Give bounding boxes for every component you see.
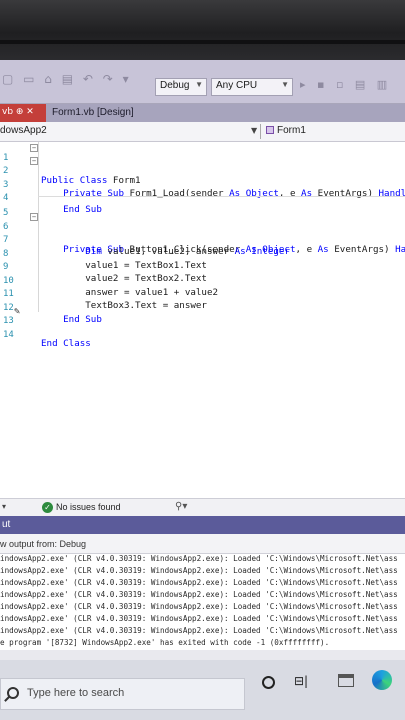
toolbar-right-icons[interactable]: ▸ ▪ ▫ ▤ ▥ — [300, 78, 391, 91]
navigation-bar: dowsApp2 ▼ Form1 — [0, 122, 405, 142]
output-line: e program '[8732] WindowsApp2.exe' has e… — [0, 638, 330, 647]
check-icon: ✓ — [42, 502, 53, 513]
main-toolbar: ▢ ▭ ⌂ ▤ ↶ ↷ ▾ Debug ▼ Any CPU ▼ ▸ ▪ ▫ ▤ ▥ — [0, 60, 405, 104]
chevron-down-icon: ▼ — [281, 80, 289, 89]
cleanup-brush-icon[interactable]: ⚲▾ — [175, 501, 187, 512]
collapse-icon[interactable]: − — [30, 144, 38, 152]
solution-config-combo[interactable]: Debug ▼ — [155, 78, 207, 96]
document-tabs: vb ⊕ ✕ Form1.vb [Design] — [0, 104, 405, 122]
output-panel-title: ut — [0, 516, 405, 534]
code-line[interactable]: 6 − Private Sub Button1_Click(sender As … — [0, 211, 405, 255]
collapse-icon[interactable]: − — [30, 157, 38, 165]
zoom-dropdown[interactable]: ▾ — [2, 502, 6, 511]
code-line[interactable]: 3 — [0, 169, 405, 190]
code-line[interactable]: 9 value2 = TextBox2.Text — [0, 251, 405, 284]
screen-edge — [0, 40, 405, 44]
divider — [260, 124, 261, 139]
tab-form1-design[interactable]: Form1.vb [Design] — [48, 104, 158, 122]
issues-indicator[interactable]: No issues found — [56, 502, 121, 512]
output-line: indowsApp2.exe' (CLR v4.0.30319: Windows… — [0, 566, 398, 575]
output-source-select[interactable]: w output from: Debug — [0, 539, 86, 549]
output-line: indowsApp2.exe' (CLR v4.0.30319: Windows… — [0, 626, 398, 635]
pencil-icon: ✎ — [14, 306, 21, 317]
project-dropdown[interactable]: dowsApp2 — [0, 125, 47, 136]
class-icon — [266, 126, 274, 134]
taskbar-search[interactable]: Type here to search — [0, 678, 245, 710]
output-toolbar: w output from: Debug — [0, 534, 405, 554]
code-line[interactable]: 8 value1 = TextBox1.Text — [0, 238, 405, 271]
code-line[interactable]: 13 ✎ End Class — [0, 305, 405, 349]
edge-browser-icon[interactable] — [372, 670, 392, 690]
toolbar-icons[interactable]: ▢ ▭ ⌂ ▤ ↶ ↷ ▾ — [2, 72, 132, 86]
output-line: indowsApp2.exe' (CLR v4.0.30319: Windows… — [0, 554, 398, 563]
chevron-down-icon[interactable]: ▼ — [251, 126, 257, 135]
editor-status-bar: ▾ ✓ No issues found ⚲▾ — [0, 498, 405, 516]
output-text[interactable]: indowsApp2.exe' (CLR v4.0.30319: Windows… — [0, 554, 405, 650]
cortana-icon[interactable] — [262, 676, 275, 689]
file-explorer-icon[interactable] — [338, 674, 354, 687]
output-line: indowsApp2.exe' (CLR v4.0.30319: Windows… — [0, 590, 398, 599]
output-line: indowsApp2.exe' (CLR v4.0.30319: Windows… — [0, 578, 398, 587]
code-line[interactable]: 7 Dim value1, value2, answer As Integer — [0, 224, 405, 257]
tab-form1-vb[interactable]: vb ⊕ ✕ — [0, 104, 46, 122]
windows-taskbar: Type here to search ⊟| — [0, 660, 405, 720]
code-line[interactable]: 4 End Sub — [0, 182, 405, 215]
code-line[interactable]: 5 — [0, 197, 405, 218]
code-line[interactable]: 14 — [0, 319, 405, 340]
code-line[interactable]: 11 TextBox3.Text = answer — [0, 278, 405, 311]
code-line[interactable]: 10 answer = value1 + value2 — [0, 265, 405, 298]
output-line: indowsApp2.exe' (CLR v4.0.30319: Windows… — [0, 614, 398, 623]
code-editor[interactable]: 1 − Public Class Form1 2 − Private Sub F… — [0, 142, 405, 498]
code-line[interactable]: 1 − Public Class Form1 — [0, 142, 405, 186]
output-line: indowsApp2.exe' (CLR v4.0.30319: Windows… — [0, 602, 398, 611]
code-line[interactable]: 2 − Private Sub Form1_Load(sender As Obj… — [0, 155, 405, 199]
collapse-icon[interactable]: − — [30, 213, 38, 221]
panel-footer — [0, 650, 405, 660]
task-view-icon[interactable]: ⊟| — [294, 674, 308, 688]
chevron-down-icon: ▼ — [195, 80, 203, 89]
code-line[interactable]: 12 End Sub — [0, 292, 405, 325]
class-dropdown[interactable]: Form1 — [266, 125, 306, 136]
monitor-bezel — [0, 0, 405, 60]
solution-platform-combo[interactable]: Any CPU ▼ — [211, 78, 293, 96]
search-icon — [7, 687, 19, 699]
